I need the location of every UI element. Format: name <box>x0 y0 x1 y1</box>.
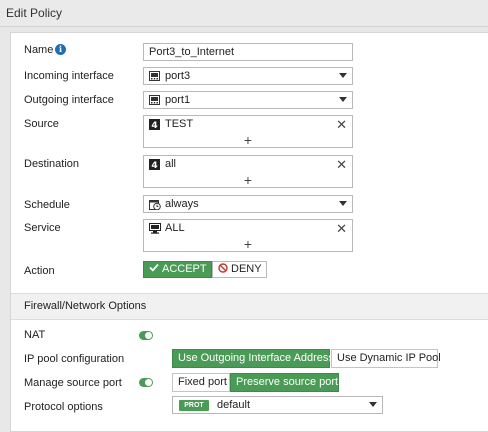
deny-label: DENY <box>231 263 262 275</box>
deny-icon <box>218 263 228 278</box>
address-icon: 4 <box>149 159 160 173</box>
address-group-icon: 4 <box>149 119 160 133</box>
chevron-down-icon <box>339 201 347 206</box>
svg-text:4: 4 <box>151 121 157 130</box>
destination-field[interactable]: 4 all ✕ + <box>143 155 353 188</box>
deny-button[interactable]: DENY <box>212 261 267 278</box>
nat-toggle[interactable] <box>139 331 153 340</box>
source-field[interactable]: 4 TEST ✕ + <box>143 115 353 148</box>
add-source-button[interactable]: + <box>144 132 352 148</box>
ip-pool-label: IP pool configuration <box>24 353 125 365</box>
name-value: Port3_to_Internet <box>149 46 235 58</box>
outgoing-interface-select[interactable]: port1 <box>143 91 353 109</box>
protocol-badge: PROT <box>179 400 209 411</box>
accept-label: ACCEPT <box>162 263 207 275</box>
title-bar: Edit Policy <box>0 0 488 27</box>
chevron-down-icon <box>339 97 347 102</box>
schedule-select[interactable]: always <box>143 195 353 213</box>
chevron-down-icon <box>369 402 377 407</box>
schedule-label: Schedule <box>24 199 70 211</box>
service-value: ALL <box>165 222 185 234</box>
port-icon <box>149 95 160 108</box>
incoming-interface-label: Incoming interface <box>24 70 114 82</box>
accept-button[interactable]: ACCEPT <box>143 261 212 278</box>
name-label: Name <box>24 44 54 56</box>
calendar-clock-icon <box>149 199 161 213</box>
remove-icon[interactable]: ✕ <box>336 221 347 237</box>
destination-value: all <box>165 158 177 170</box>
source-value: TEST <box>165 118 194 130</box>
destination-label: Destination <box>24 158 80 170</box>
remove-icon[interactable]: ✕ <box>336 157 347 173</box>
preserve-source-port-option[interactable]: Preserve source port <box>230 373 339 392</box>
checkmark-icon <box>149 262 159 277</box>
svg-text:4: 4 <box>151 161 157 170</box>
section-title: Firewall/Network Options <box>24 300 147 312</box>
incoming-interface-value: port3 <box>165 70 191 82</box>
incoming-interface-select[interactable]: port3 <box>143 67 353 85</box>
chevron-down-icon <box>339 73 347 78</box>
add-service-button[interactable]: + <box>144 236 352 252</box>
window-title: Edit Policy <box>6 6 63 20</box>
use-outgoing-interface-address-option[interactable]: Use Outgoing Interface Address <box>172 349 334 368</box>
service-field[interactable]: ALL ✕ + <box>143 219 353 252</box>
protocol-options-value: default <box>217 399 251 411</box>
manage-source-port-label: Manage source port <box>24 377 122 389</box>
service-label: Service <box>24 222 61 234</box>
source-label: Source <box>24 118 59 130</box>
action-label: Action <box>24 265 55 277</box>
policy-form: Name i Port3_to_Internet Incoming interf… <box>10 32 488 432</box>
port-icon <box>149 71 160 84</box>
outgoing-interface-value: port1 <box>165 94 191 106</box>
name-input[interactable]: Port3_to_Internet <box>143 43 353 61</box>
add-destination-button[interactable]: + <box>144 172 352 188</box>
manage-source-port-toggle[interactable] <box>139 378 153 387</box>
use-dynamic-ip-pool-option[interactable]: Use Dynamic IP Pool <box>331 349 441 368</box>
protocol-options-label: Protocol options <box>24 401 103 413</box>
remove-icon[interactable]: ✕ <box>336 117 347 133</box>
outgoing-interface-label: Outgoing interface <box>24 94 114 106</box>
firewall-network-options-header: Firewall/Network Options <box>11 293 488 320</box>
info-icon[interactable]: i <box>55 44 66 55</box>
fixed-port-option[interactable]: Fixed port <box>172 373 230 392</box>
nat-label: NAT <box>24 329 46 341</box>
protocol-options-select[interactable]: PROT default <box>172 396 383 414</box>
schedule-value: always <box>165 198 199 210</box>
service-icon <box>149 223 161 237</box>
